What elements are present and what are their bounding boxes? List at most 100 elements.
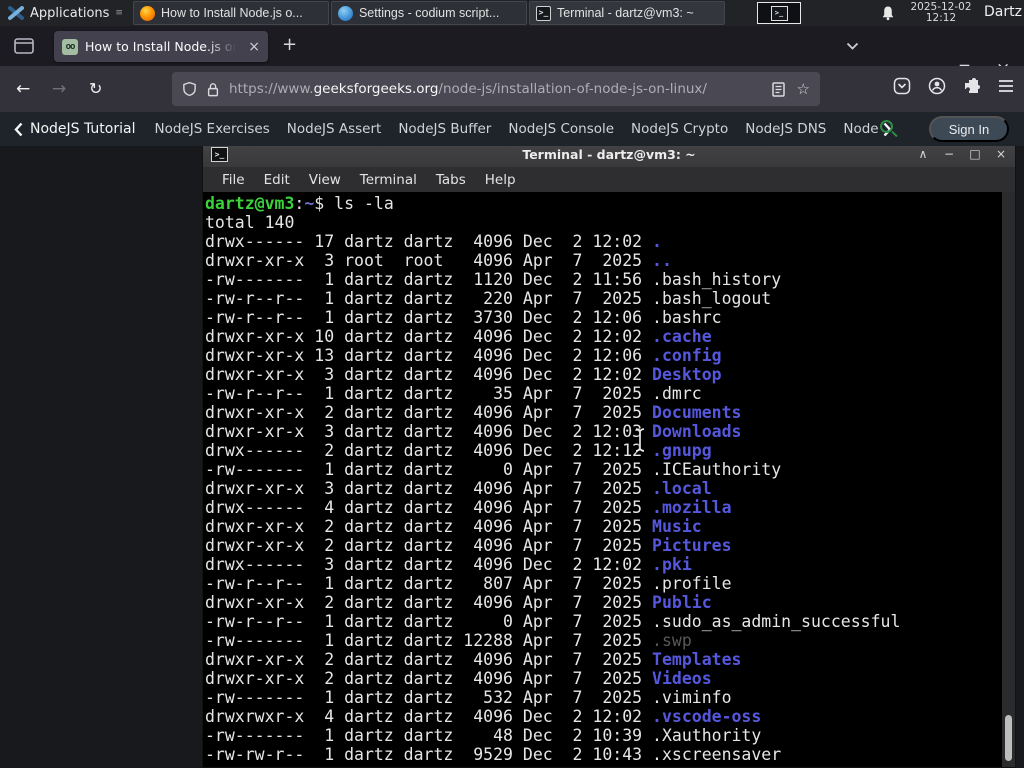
terminal-title: Terminal - dartz@vm3: ~ bbox=[522, 146, 696, 162]
terminal-output-line: drwxr-xr-x 3 dartz dartz 4096 Dec 2 12:0… bbox=[205, 365, 722, 384]
account-icon[interactable] bbox=[928, 77, 946, 95]
subnav-link[interactable]: NodeJS Console bbox=[508, 121, 614, 137]
prompt-user-host: dartz@vm3 bbox=[205, 194, 295, 213]
file-name: Downloads bbox=[652, 422, 742, 441]
url-path: /node-js/installation-of-node-js-on-linu… bbox=[438, 81, 707, 97]
menu-view[interactable]: View bbox=[306, 172, 344, 188]
taskbar-button-firefox[interactable]: How to Install Node.js o... bbox=[132, 1, 329, 25]
terminal-output-line: drwxr-xr-x 2 dartz dartz 4096 Apr 7 2025… bbox=[205, 536, 732, 555]
taskbar: How to Install Node.js o... Settings - c… bbox=[132, 0, 725, 26]
applications-menu-button[interactable]: Applications ≡ bbox=[0, 0, 129, 26]
terminal-output-line: drwxr-xr-x 3 dartz dartz 4096 Apr 7 2025… bbox=[205, 479, 712, 498]
menu-help[interactable]: Help bbox=[482, 172, 519, 188]
taskbar-button-terminal[interactable]: >_ Terminal - dartz@vm3: ~ bbox=[528, 1, 725, 25]
file-name: .bash_logout bbox=[652, 289, 772, 308]
terminal-output-line: -rw-rw-r-- 1 dartz dartz 9529 Dec 2 10:4… bbox=[205, 745, 782, 764]
chevron-left-icon bbox=[14, 122, 23, 136]
panel-username: Dartz bbox=[984, 4, 1022, 20]
terminal-close-button[interactable]: × bbox=[995, 147, 1007, 161]
terminal-maximize-button[interactable]: □ bbox=[969, 147, 981, 161]
pocket-save-icon[interactable] bbox=[893, 77, 911, 95]
forward-button[interactable]: → bbox=[52, 78, 66, 100]
lock-icon[interactable] bbox=[206, 82, 220, 97]
reload-button[interactable]: ↻ bbox=[89, 78, 102, 100]
terminal-output-line: drwxr-xr-x 3 root root 4096 Apr 7 2025 .… bbox=[205, 251, 672, 270]
terminal-total-line: total 140 bbox=[205, 213, 295, 232]
file-name: .profile bbox=[652, 574, 732, 593]
shield-icon[interactable] bbox=[182, 81, 197, 97]
back-button[interactable]: ← bbox=[16, 78, 30, 100]
clock-time: 12:12 bbox=[925, 12, 957, 24]
file-name: .cache bbox=[652, 327, 712, 346]
text-cursor-pointer bbox=[635, 428, 645, 452]
menu-edit[interactable]: Edit bbox=[261, 172, 293, 188]
terminal-output-line: -rw-r--r-- 1 dartz dartz 807 Apr 7 2025 … bbox=[205, 574, 732, 593]
terminal-icon: >_ bbox=[535, 5, 551, 21]
file-name: .dmrc bbox=[652, 384, 702, 403]
workspace-switcher[interactable]: >_ bbox=[757, 2, 801, 24]
workspace-terminal-icon: >_ bbox=[770, 5, 788, 21]
applications-icon bbox=[8, 6, 24, 20]
file-name: Pictures bbox=[652, 536, 732, 555]
terminal-rollup-button[interactable]: ∧ bbox=[917, 147, 929, 161]
file-name: .local bbox=[652, 479, 712, 498]
terminal-output-line: drwx------ 3 dartz dartz 4096 Dec 2 12:0… bbox=[205, 555, 692, 574]
url-text: https://www.geeksforgeeks.org/node-js/in… bbox=[229, 81, 763, 97]
file-name: Music bbox=[652, 517, 702, 536]
reader-mode-icon[interactable] bbox=[771, 81, 785, 97]
terminal-output: dartz@vm3:~$ ls -la total 140 drwx------ 1… bbox=[203, 192, 1002, 767]
firefox-view-icon[interactable] bbox=[14, 38, 34, 54]
notification-bell-icon[interactable] bbox=[880, 5, 896, 21]
menu-indicator-icon: ≡ bbox=[115, 8, 123, 18]
subnav-link[interactable]: NodeJS DNS bbox=[745, 121, 826, 137]
top-panel: Applications ≡ How to Install Node.js o.… bbox=[0, 0, 1024, 26]
file-name: Videos bbox=[652, 669, 712, 688]
file-name: .swp bbox=[652, 631, 692, 650]
menu-file[interactable]: File bbox=[219, 172, 248, 188]
terminal-output-line: -rw------- 1 dartz dartz 12288 Apr 7 202… bbox=[205, 631, 692, 650]
terminal-prompt-line: dartz@vm3:~$ ls -la bbox=[205, 194, 394, 213]
prompt-command: $ ls -la bbox=[314, 194, 394, 213]
file-name: .sudo_as_admin_successful bbox=[652, 612, 901, 631]
menu-hamburger-icon[interactable] bbox=[998, 79, 1014, 93]
prompt-path: ~ bbox=[304, 194, 315, 213]
terminal-minimize-button[interactable]: − bbox=[943, 147, 955, 161]
file-name: .Xauthority bbox=[652, 726, 762, 745]
terminal-output-line: drwxr-xr-x 13 dartz dartz 4096 Dec 2 12:… bbox=[205, 346, 722, 365]
search-icon[interactable] bbox=[880, 120, 893, 133]
subnav-link[interactable]: NodeJS Assert bbox=[287, 121, 382, 137]
subnav-link[interactable]: NodeJS Buffer bbox=[398, 121, 491, 137]
terminal-output-line: -rw------- 1 dartz dartz 48 Dec 2 10:39 … bbox=[205, 726, 762, 745]
subnav-link-truncated[interactable]: Node bbox=[843, 121, 878, 137]
tab-close-icon[interactable]: × bbox=[248, 40, 260, 54]
menu-tabs[interactable]: Tabs bbox=[433, 172, 469, 188]
taskbar-button-label: Terminal - dartz@vm3: ~ bbox=[556, 6, 694, 20]
file-name: .mozilla bbox=[652, 498, 732, 517]
terminal-output-line: -rw-r--r-- 1 dartz dartz 3730 Dec 2 12:0… bbox=[205, 308, 722, 327]
terminal-scrollbar-thumb[interactable] bbox=[1005, 715, 1012, 761]
url-domain: geeksforgeeks.org bbox=[313, 81, 439, 97]
terminal-output-line: -rw-r--r-- 1 dartz dartz 35 Apr 7 2025 .… bbox=[205, 384, 702, 403]
list-all-tabs-icon[interactable] bbox=[846, 42, 859, 50]
extensions-puzzle-icon[interactable] bbox=[963, 77, 981, 95]
bookmark-star-icon[interactable]: ☆ bbox=[797, 81, 810, 97]
geeksforgeeks-favicon: oo bbox=[62, 38, 78, 55]
file-name: Public bbox=[652, 593, 712, 612]
browser-tab-active[interactable]: oo How to Install Node.js on × bbox=[54, 31, 268, 62]
terminal-scrollbar[interactable] bbox=[1002, 192, 1015, 767]
file-name: Documents bbox=[652, 403, 742, 422]
subnav-link[interactable]: NodeJS Exercises bbox=[154, 121, 269, 137]
terminal-output-line: drwxr-xr-x 2 dartz dartz 4096 Apr 7 2025… bbox=[205, 669, 712, 688]
sign-in-button[interactable]: Sign In bbox=[929, 116, 1009, 142]
taskbar-button-codium[interactable]: Settings - codium script... bbox=[330, 1, 527, 25]
tutorial-back-link[interactable]: NodeJS Tutorial bbox=[14, 121, 135, 137]
terminal-output-line: -rw-r--r-- 1 dartz dartz 0 Apr 7 2025 .s… bbox=[205, 612, 901, 631]
new-tab-button[interactable]: + bbox=[282, 34, 297, 55]
url-scheme: https://www. bbox=[229, 81, 314, 97]
tutorial-back-label: NodeJS Tutorial bbox=[30, 121, 136, 137]
browser-tab-bar: oo How to Install Node.js on × + × bbox=[0, 26, 1024, 79]
subnav-link[interactable]: NodeJS Crypto bbox=[631, 121, 728, 137]
url-bar[interactable]: https://www.geeksforgeeks.org/node-js/in… bbox=[172, 72, 820, 106]
panel-clock[interactable]: 2025-12-02 12:12 bbox=[908, 2, 974, 24]
menu-terminal[interactable]: Terminal bbox=[357, 172, 420, 188]
